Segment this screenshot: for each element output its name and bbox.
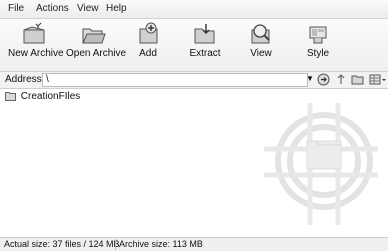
style-icon <box>309 26 327 44</box>
add-label: Add <box>139 48 157 59</box>
view-button[interactable]: View <box>248 21 274 69</box>
status-separator <box>115 239 116 250</box>
menu-help[interactable]: Help <box>106 3 127 14</box>
address-label: Address <box>5 74 42 85</box>
view-icon <box>251 24 270 44</box>
style-label: Style <box>306 48 330 59</box>
new-archive-button[interactable]: New Archive <box>8 21 64 69</box>
style-button[interactable]: Style <box>304 21 332 69</box>
address-bar: Address \ ▼ <box>0 72 388 89</box>
folder-icon[interactable] <box>351 73 365 86</box>
folder-name: CreationFIles <box>20 91 81 102</box>
go-icon[interactable] <box>317 73 330 86</box>
toolbar: New Archive Open Archive Add Extract Vie… <box>0 19 388 72</box>
open-archive-icon <box>82 28 106 44</box>
extract-button[interactable]: Extract <box>188 21 222 69</box>
address-input[interactable]: \ <box>42 73 308 87</box>
file-list[interactable]: CreationFIles <box>0 89 388 237</box>
extract-label: Extract <box>189 48 221 59</box>
folder-icon <box>5 92 16 102</box>
view-label: View <box>250 48 272 59</box>
archive-size: Archive size: 113 MB <box>119 239 203 249</box>
open-archive-button[interactable]: Open Archive <box>66 21 127 69</box>
open-archive-label: Open Archive <box>66 48 127 59</box>
views-icon[interactable] <box>369 73 387 86</box>
status-bar: Actual size: 37 files / 124 MB Archive s… <box>0 237 388 251</box>
watermark-logo <box>264 103 378 225</box>
extract-icon <box>194 24 215 44</box>
new-archive-label: New Archive <box>8 48 64 59</box>
folder-item[interactable]: CreationFIles <box>5 91 80 102</box>
add-button[interactable]: Add <box>136 21 160 69</box>
up-icon[interactable] <box>335 73 347 86</box>
new-archive-icon <box>23 22 45 44</box>
add-icon <box>139 22 158 44</box>
menu-file[interactable]: File <box>8 3 24 14</box>
actual-size: Actual size: 37 files / 124 MB <box>4 239 120 249</box>
menu-view[interactable]: View <box>77 3 99 14</box>
menu-actions[interactable]: Actions <box>36 3 69 14</box>
address-dropdown-icon[interactable]: ▼ <box>306 74 314 83</box>
menu-bar: File Actions View Help <box>0 0 388 19</box>
